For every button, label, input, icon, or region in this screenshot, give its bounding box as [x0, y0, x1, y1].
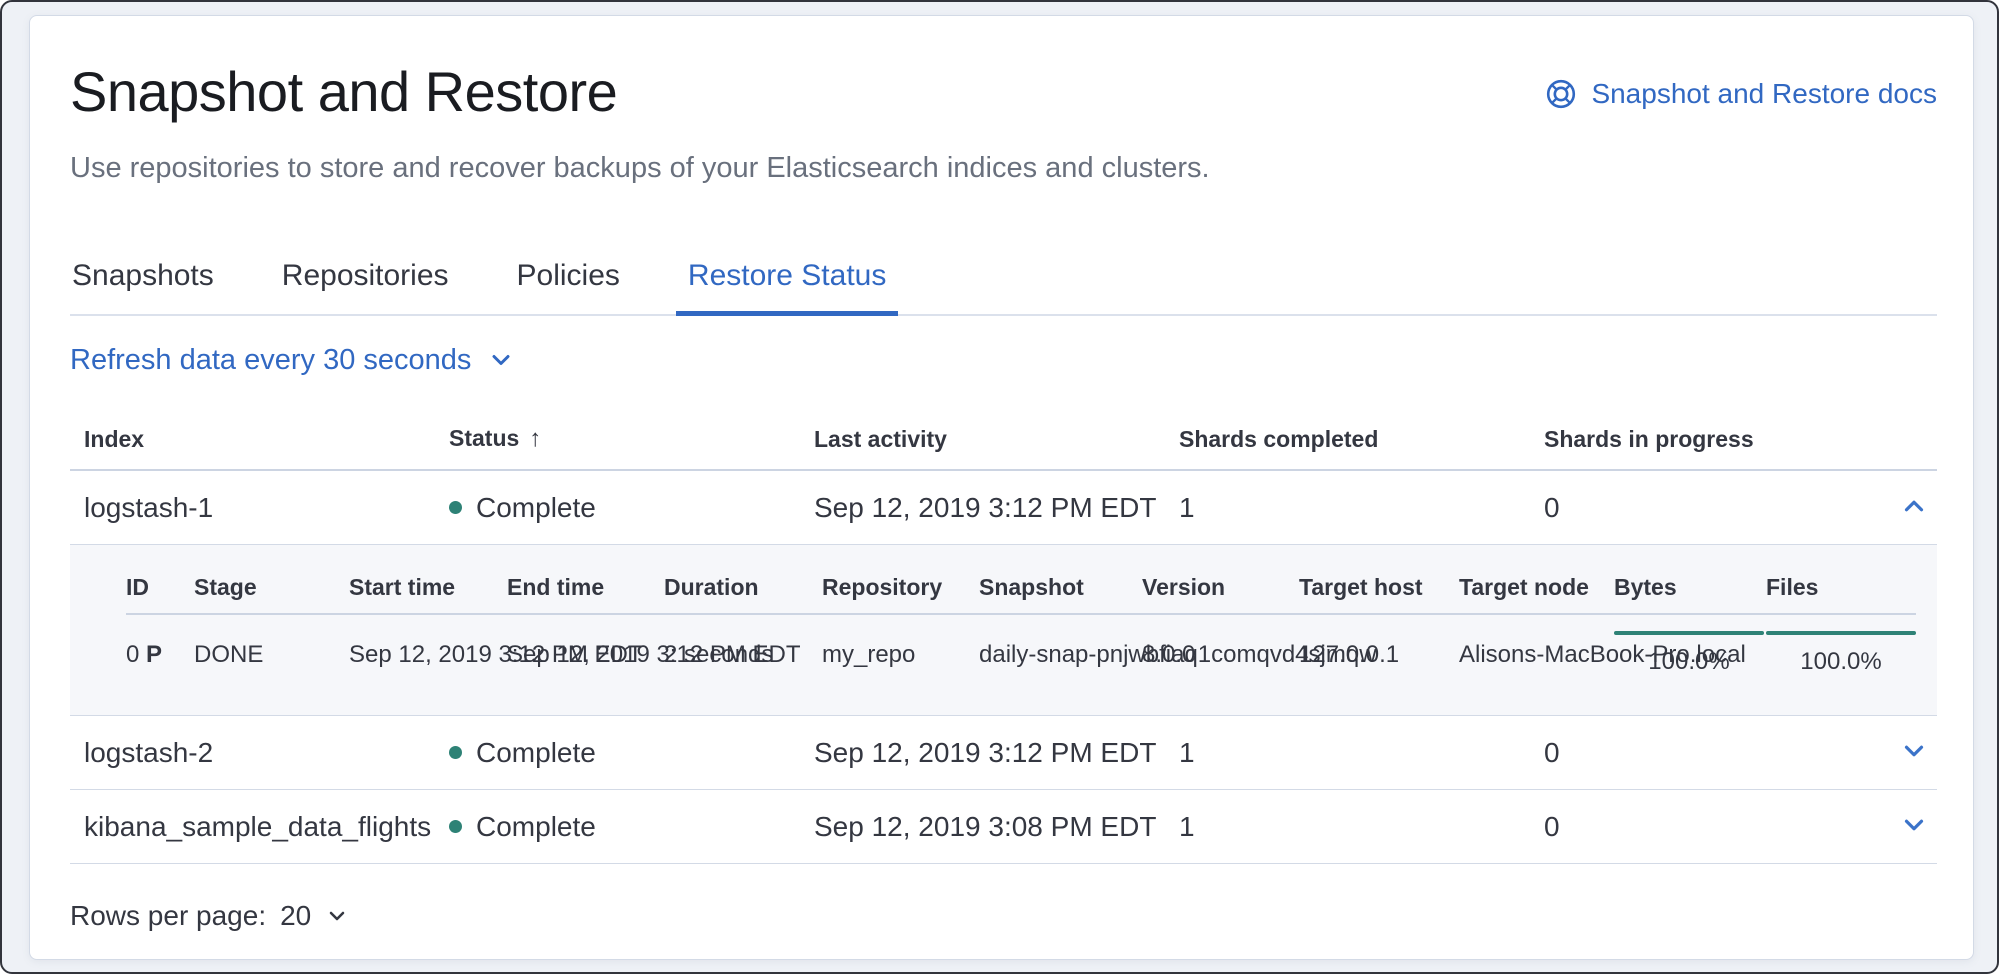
- docs-link[interactable]: Snapshot and Restore docs: [1545, 78, 1937, 110]
- shard-column-stage: Stage: [194, 563, 349, 614]
- bytes-progress-bar: [1614, 631, 1764, 635]
- documentation-icon: [1545, 78, 1577, 110]
- status-cell: Complete: [449, 737, 788, 769]
- shards-completed: 1: [1165, 470, 1530, 545]
- shards-completed: 1: [1165, 716, 1530, 790]
- table-header-row: Index Status↑ Last activity Shards compl…: [70, 402, 1937, 470]
- shards-in-progress: 0: [1530, 470, 1895, 545]
- shards-completed: 1: [1165, 790, 1530, 864]
- tab-restore-status[interactable]: Restore Status: [686, 240, 888, 314]
- shard-column-end-time: End time: [507, 563, 664, 614]
- shard-column-duration: Duration: [664, 563, 822, 614]
- expand-row-button[interactable]: [1895, 732, 1933, 770]
- page-header: Snapshot and Restore Snapshot and Restor…: [70, 60, 1937, 124]
- files-progress-label: 100.0%: [1766, 645, 1916, 679]
- tab-policies[interactable]: Policies: [515, 240, 622, 314]
- last-activity: Sep 12, 2019 3:12 PM EDT: [800, 716, 1165, 790]
- expand-row-button[interactable]: [1895, 806, 1933, 844]
- last-activity: Sep 12, 2019 3:08 PM EDT: [800, 790, 1165, 864]
- page-title: Snapshot and Restore: [70, 60, 617, 124]
- column-header-shards-completed[interactable]: Shards completed: [1165, 402, 1530, 470]
- index-name: logstash-2: [70, 716, 435, 790]
- shard-column-snapshot: Snapshot: [979, 563, 1142, 614]
- page-subtitle: Use repositories to store and recover ba…: [70, 150, 1937, 186]
- status-label: Complete: [476, 492, 596, 524]
- shard-column-start-time: Start time: [349, 563, 507, 614]
- last-activity: Sep 12, 2019 3:12 PM EDT: [800, 470, 1165, 545]
- primary-shard-badge: P: [146, 641, 162, 668]
- shard-stage: DONE: [194, 614, 349, 695]
- rows-per-page-label: Rows per page:: [70, 898, 266, 934]
- tab-repositories[interactable]: Repositories: [280, 240, 451, 314]
- shard-target-node: Alisons-MacBook-Pro.local: [1459, 614, 1614, 695]
- rows-per-page-value: 20: [280, 898, 311, 934]
- shard-column-id: ID: [126, 563, 194, 614]
- collapse-row-button[interactable]: [1895, 487, 1933, 525]
- refresh-row: Refresh data every 30 seconds: [70, 342, 1937, 378]
- shard-column-target-host: Target host: [1299, 563, 1459, 614]
- shard-column-bytes: Bytes: [1614, 563, 1766, 614]
- tab-snapshots[interactable]: Snapshots: [70, 240, 216, 314]
- column-header-status[interactable]: Status↑: [435, 402, 800, 470]
- chevron-down-icon: [1899, 736, 1929, 766]
- files-progress-bar: [1766, 631, 1916, 635]
- shard-id: 0 P: [126, 614, 194, 695]
- restore-status-table: Index Status↑ Last activity Shards compl…: [70, 402, 1937, 864]
- shard-header-row: ID Stage Start time End time Duration Re…: [126, 563, 1916, 614]
- status-label: Complete: [476, 811, 596, 843]
- index-name: logstash-1: [70, 470, 435, 545]
- table-row: kibana_sample_data_flights Complete Sep …: [70, 790, 1937, 864]
- shard-snapshot: daily-snap-pnjwbfiaq1comqvd4sjmqw: [979, 614, 1142, 695]
- shard-detail-row: 0 P DONE Sep 12, 2019 3:12 PM EDT Sep 12…: [126, 614, 1916, 695]
- shard-column-version: Version: [1142, 563, 1299, 614]
- index-name: kibana_sample_data_flights: [70, 790, 435, 864]
- column-header-last-activity[interactable]: Last activity: [800, 402, 1165, 470]
- shards-in-progress: 0: [1530, 716, 1895, 790]
- status-complete-dot-icon: [449, 746, 462, 759]
- column-header-shards-in-progress[interactable]: Shards in progress: [1530, 402, 1895, 470]
- refresh-interval-dropdown[interactable]: Refresh data every 30 seconds: [70, 342, 515, 378]
- tab-bar: Snapshots Repositories Policies Restore …: [70, 240, 1937, 316]
- status-label: Complete: [476, 737, 596, 769]
- shard-details-table: ID Stage Start time End time Duration Re…: [126, 563, 1916, 695]
- shard-target-host: 127.0.0.1: [1299, 614, 1459, 695]
- rows-per-page-dropdown[interactable]: Rows per page: 20: [70, 898, 349, 934]
- chevron-down-icon: [325, 904, 349, 928]
- table-row: logstash-1 Complete Sep 12, 2019 3:12 PM…: [70, 470, 1937, 545]
- status-complete-dot-icon: [449, 501, 462, 514]
- refresh-interval-label: Refresh data every 30 seconds: [70, 342, 471, 378]
- column-header-index[interactable]: Index: [70, 402, 435, 470]
- shards-in-progress: 0: [1530, 790, 1895, 864]
- app-screen: Snapshot and Restore Snapshot and Restor…: [0, 0, 1999, 974]
- shard-column-target-node: Target node: [1459, 563, 1614, 614]
- chevron-down-icon: [487, 346, 515, 374]
- snapshot-restore-panel: Snapshot and Restore Snapshot and Restor…: [29, 15, 1974, 960]
- shard-start-time: Sep 12, 2019 3:12 PM EDT: [349, 614, 507, 695]
- sort-ascending-icon: ↑: [529, 425, 541, 452]
- expanded-detail-row: ID Stage Start time End time Duration Re…: [70, 545, 1937, 716]
- status-cell: Complete: [449, 492, 788, 524]
- chevron-up-icon: [1899, 491, 1929, 521]
- table-footer: Rows per page: 20: [70, 864, 1937, 934]
- column-header-expander: [1895, 402, 1937, 470]
- shard-repository: my_repo: [822, 614, 979, 695]
- shard-column-files: Files: [1766, 563, 1916, 614]
- table-row: logstash-2 Complete Sep 12, 2019 3:12 PM…: [70, 716, 1937, 790]
- chevron-down-icon: [1899, 810, 1929, 840]
- docs-link-label: Snapshot and Restore docs: [1591, 78, 1937, 110]
- status-cell: Complete: [449, 811, 788, 843]
- shard-column-repository: Repository: [822, 563, 979, 614]
- status-complete-dot-icon: [449, 820, 462, 833]
- shard-end-time: Sep 12, 2019 3:12 PM EDT: [507, 614, 664, 695]
- files-progress: 100.0%: [1766, 631, 1916, 679]
